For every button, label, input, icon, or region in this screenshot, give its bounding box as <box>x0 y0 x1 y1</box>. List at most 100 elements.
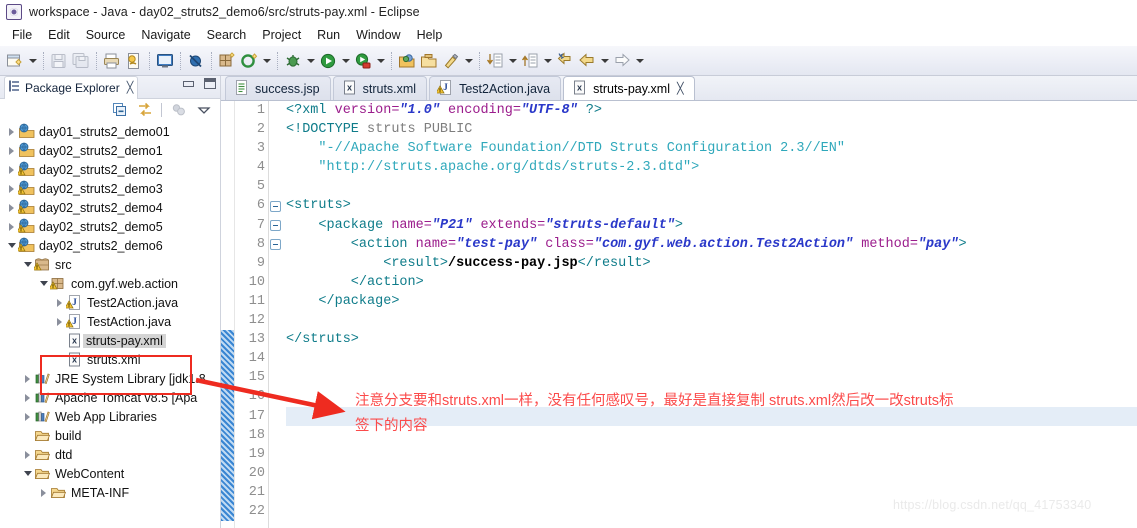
menu-window[interactable]: Window <box>348 26 408 44</box>
run-icon[interactable] <box>317 50 339 72</box>
chevron-right-icon[interactable] <box>53 312 66 331</box>
run-server-dropdown-arrow[interactable] <box>374 50 387 72</box>
tree-item-day02-struts2-demo6[interactable]: day02_struts2_demo6 <box>0 236 220 255</box>
folding-ruler[interactable] <box>269 101 282 528</box>
new-java-class-dropdown-arrow[interactable] <box>260 50 273 72</box>
search-dropdown-arrow[interactable] <box>462 50 475 72</box>
package-explorer-view: Package Explorer ╳ day01_struts2_demo01 … <box>0 75 221 528</box>
search-icon[interactable] <box>440 50 462 72</box>
menu-source[interactable]: Source <box>78 26 134 44</box>
chevron-right-icon[interactable] <box>21 407 34 426</box>
focus-on-active-task-icon[interactable] <box>170 102 187 119</box>
tree-item-web-app-libraries[interactable]: Web App Libraries <box>0 407 220 426</box>
open-task-icon[interactable] <box>418 50 440 72</box>
menu-help[interactable]: Help <box>409 26 451 44</box>
tree-item-day02-struts2-demo1[interactable]: day02_struts2_demo1 <box>0 141 220 160</box>
editor-tab-struts-pay-xml[interactable]: x struts-pay.xml ╳ <box>563 76 695 100</box>
tree-item-jre-system-library-jdk1-8[interactable]: JRE System Library [jdk1.8 <box>0 369 220 388</box>
close-icon[interactable]: ╳ <box>677 82 684 95</box>
svg-text:x: x <box>72 355 77 365</box>
new-java-package-icon[interactable] <box>216 50 238 72</box>
collapse-fold-icon[interactable] <box>270 238 281 250</box>
tree-item-day02-struts2-demo4[interactable]: day02_struts2_demo4 <box>0 198 220 217</box>
editor-tab-test2action-java[interactable]: J Test2Action.java <box>429 76 562 100</box>
export-icon[interactable] <box>123 50 145 72</box>
chevron-right-icon[interactable] <box>5 160 18 179</box>
new-wizard-dropdown-arrow[interactable] <box>26 50 39 72</box>
menu-run[interactable]: Run <box>309 26 348 44</box>
chevron-right-icon[interactable] <box>5 198 18 217</box>
chevron-right-icon[interactable] <box>21 369 34 388</box>
new-wizard-icon[interactable] <box>4 50 26 72</box>
menu-navigate[interactable]: Navigate <box>133 26 198 44</box>
menu-project[interactable]: Project <box>254 26 309 44</box>
chevron-right-icon[interactable] <box>5 122 18 141</box>
open-type-icon[interactable] <box>396 50 418 72</box>
collapse-fold-icon[interactable] <box>270 200 281 212</box>
tree-item-day02-struts2-demo3[interactable]: day02_struts2_demo3 <box>0 179 220 198</box>
forward-icon[interactable] <box>611 50 633 72</box>
link-with-editor-icon[interactable] <box>136 102 153 119</box>
next-annotation-icon[interactable] <box>484 50 506 72</box>
tree-item-struts-xml[interactable]: x struts.xml <box>0 350 220 369</box>
print-icon[interactable] <box>101 50 123 72</box>
debug-icon[interactable] <box>282 50 304 72</box>
tree-item-struts-pay-xml[interactable]: x struts-pay.xml <box>0 331 220 350</box>
maximize-icon[interactable] <box>204 78 216 89</box>
skip-breakpoints-icon[interactable] <box>185 50 207 72</box>
collapse-all-icon[interactable] <box>111 102 128 119</box>
chevron-down-icon[interactable] <box>37 274 50 293</box>
chevron-down-icon[interactable] <box>21 255 34 274</box>
previous-annotation-icon[interactable] <box>519 50 541 72</box>
menu-file[interactable]: File <box>4 26 40 44</box>
new-java-class-icon[interactable] <box>238 50 260 72</box>
debug-dropdown-arrow[interactable] <box>304 50 317 72</box>
tree-item-test2action-java[interactable]: J Test2Action.java <box>0 293 220 312</box>
minimize-icon[interactable] <box>183 80 194 87</box>
run-dropdown-arrow[interactable] <box>339 50 352 72</box>
tree-item-day01-struts2-demo01[interactable]: day01_struts2_demo01 <box>0 122 220 141</box>
save-all-icon[interactable] <box>70 50 92 72</box>
menu-edit[interactable]: Edit <box>40 26 78 44</box>
chevron-right-icon[interactable] <box>21 388 34 407</box>
menu-search[interactable]: Search <box>199 26 255 44</box>
close-icon[interactable]: ╳ <box>127 81 134 94</box>
chevron-down-icon[interactable] <box>21 464 34 483</box>
tree-item-testaction-java[interactable]: J TestAction.java <box>0 312 220 331</box>
run-server-icon[interactable] <box>352 50 374 72</box>
editor-tab-struts-xml[interactable]: x struts.xml <box>332 76 428 100</box>
chevron-right-icon[interactable] <box>37 483 50 502</box>
tree-item-com-gyf-web-action[interactable]: com.gyf.web.action <box>0 274 220 293</box>
source-code[interactable]: <?xml version="1.0" encoding="UTF-8" ?> <… <box>282 101 1137 528</box>
next-annotation-dropdown-arrow[interactable] <box>506 50 519 72</box>
chevron-right-icon[interactable] <box>5 179 18 198</box>
save-icon[interactable] <box>48 50 70 72</box>
tree-item-webcontent[interactable]: WebContent <box>0 464 220 483</box>
line-number: 4 <box>256 160 265 176</box>
back-dropdown-arrow[interactable] <box>598 50 611 72</box>
tree-item-src[interactable]: src <box>0 255 220 274</box>
forward-dropdown-arrow[interactable] <box>633 50 646 72</box>
code-line: <struts> <box>286 196 1137 215</box>
tree-item-day02-struts2-demo5[interactable]: day02_struts2_demo5 <box>0 217 220 236</box>
previous-annotation-dropdown-arrow[interactable] <box>541 50 554 72</box>
view-menu-icon[interactable] <box>195 102 212 119</box>
chevron-right-icon[interactable] <box>5 217 18 236</box>
marker-bar[interactable] <box>221 101 235 528</box>
chevron-right-icon[interactable] <box>21 445 34 464</box>
back-icon[interactable] <box>576 50 598 72</box>
tree-item-apache-tomcat-v8-5-apa[interactable]: Apache Tomcat v8.5 [Apa <box>0 388 220 407</box>
last-edit-location-icon[interactable] <box>554 50 576 72</box>
tab-package-explorer[interactable]: Package Explorer ╳ <box>4 75 139 99</box>
chevron-down-icon[interactable] <box>5 236 18 255</box>
editor-tab-success-jsp[interactable]: success.jsp <box>225 76 331 100</box>
open-console-icon[interactable] <box>154 50 176 72</box>
tree-item-build[interactable]: build <box>0 426 220 445</box>
code-line: </action> <box>286 273 1137 292</box>
chevron-right-icon[interactable] <box>53 293 66 312</box>
chevron-right-icon[interactable] <box>5 141 18 160</box>
tree-item-dtd[interactable]: dtd <box>0 445 220 464</box>
collapse-fold-icon[interactable] <box>270 219 281 231</box>
tree-item-meta-inf[interactable]: META-INF <box>0 483 220 502</box>
tree-item-day02-struts2-demo2[interactable]: day02_struts2_demo2 <box>0 160 220 179</box>
